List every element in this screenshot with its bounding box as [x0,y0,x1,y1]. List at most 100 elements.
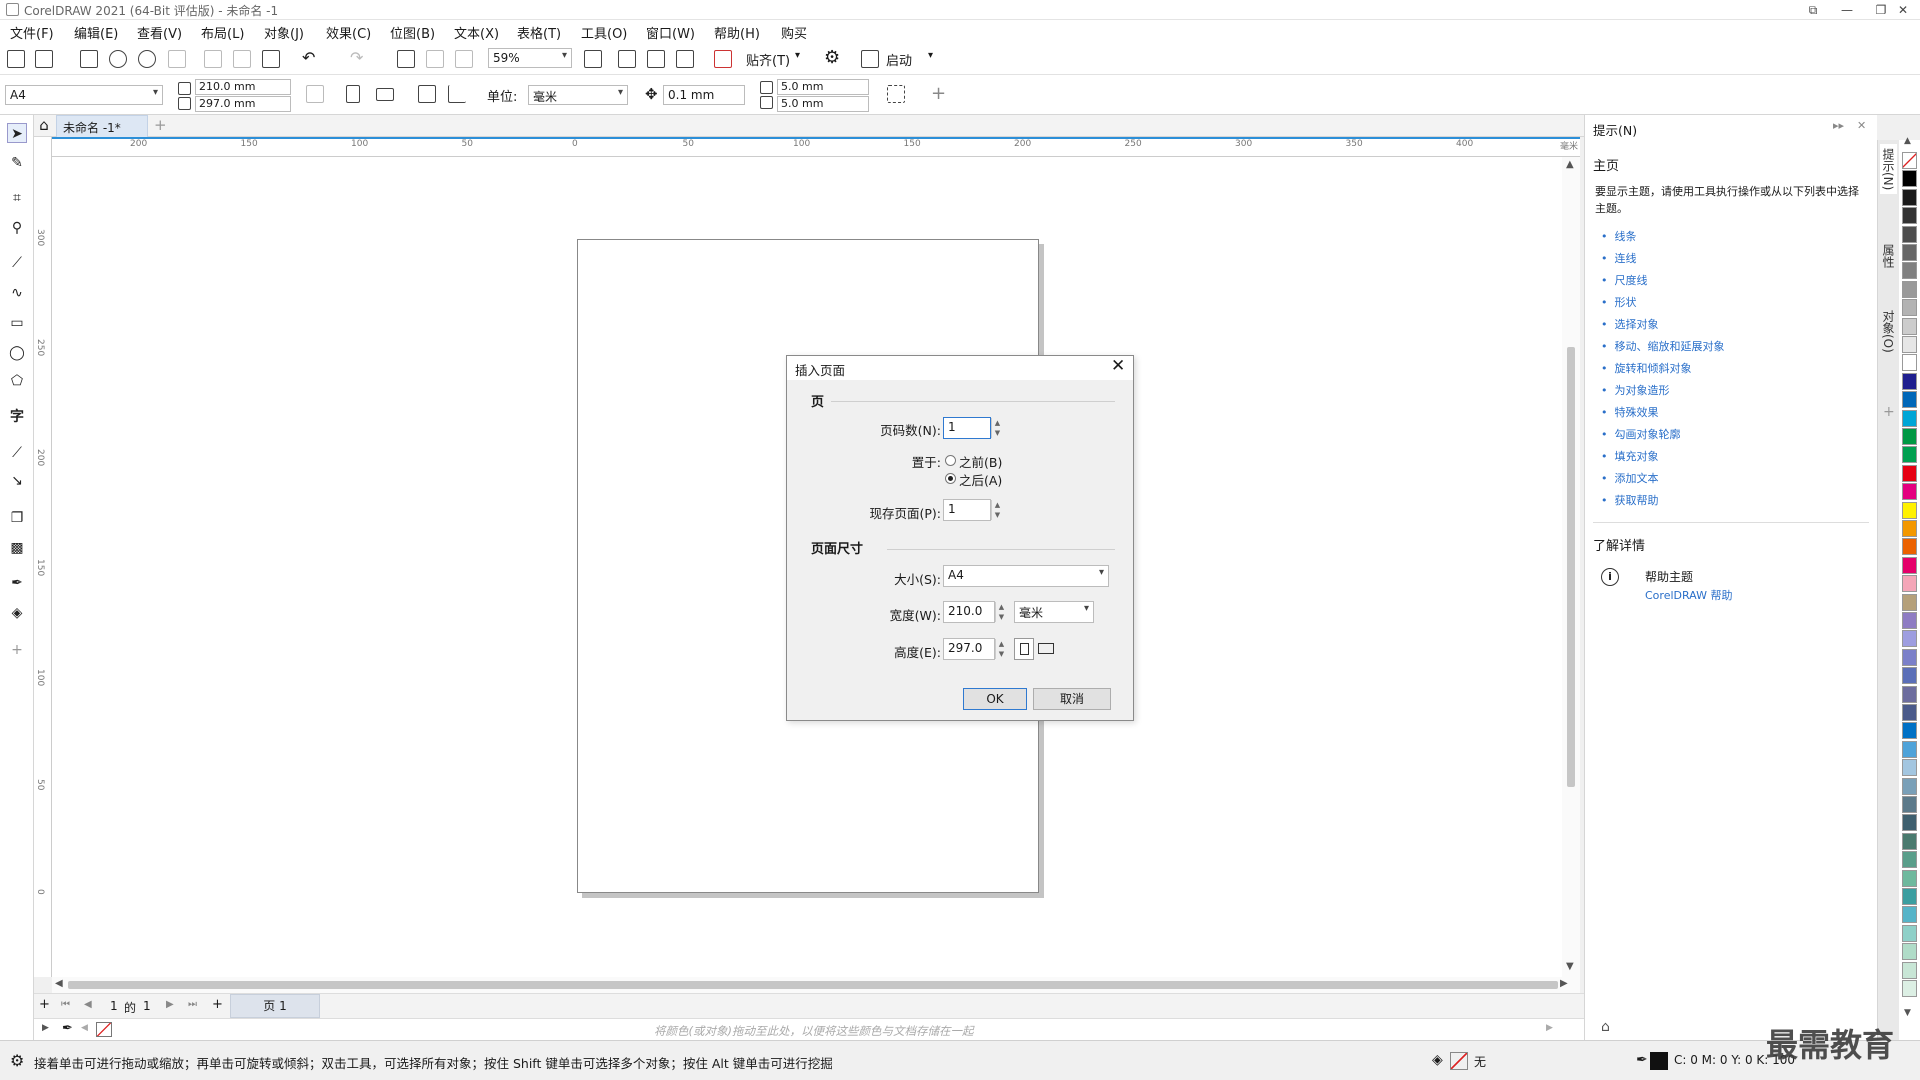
after-label[interactable]: 之后(A) [959,470,1002,489]
hint-link[interactable]: 勾画对象轮廓 [1601,426,1681,442]
menu-text[interactable]: 文本(X) [454,23,499,42]
palette-swatch[interactable] [1902,667,1917,685]
palette-expand-icon[interactable]: ▶ [42,1023,49,1033]
palette-swatch[interactable] [1902,612,1917,629]
page-size-select[interactable]: A4 [5,85,163,105]
palette-swatch[interactable] [1902,869,1917,887]
scroll-right-icon[interactable]: ▶ [1560,978,1568,989]
portrait-orientation-icon[interactable] [1014,638,1034,660]
freehand-tool-icon[interactable]: ⟋ [7,253,27,273]
after-radio[interactable] [945,473,956,484]
duplicate-x-input[interactable]: 5.0 mm [777,79,869,95]
palette-swatch[interactable] [1902,225,1917,243]
add-page-after-icon[interactable]: + [212,997,223,1012]
horizontal-ruler[interactable]: 200 150 100 50 0 50 100 150 200 250 300 350 400 [52,137,1580,157]
ellipse-tool-icon[interactable]: ◯ [7,343,27,363]
before-radio[interactable] [945,455,956,466]
pages-input[interactable]: 1 [943,417,991,439]
vertical-scroll-thumb[interactable] [1567,347,1575,787]
scroll-down-icon[interactable]: ▼ [1566,961,1574,972]
palette-swatch[interactable] [1902,685,1917,703]
palette-swatch[interactable] [1902,188,1917,206]
palette-swatch[interactable] [1902,152,1917,169]
text-tool-icon[interactable]: 字 [7,407,27,427]
export-icon[interactable] [426,50,444,68]
palette-swatch[interactable] [1902,630,1917,648]
units-select[interactable]: 毫米 [1014,601,1094,623]
menu-table[interactable]: 表格(T) [517,23,561,42]
snap-off-icon[interactable] [714,50,732,68]
tab-hints[interactable]: 提示(N) [1880,144,1897,195]
add-docker-icon[interactable]: + [1883,404,1895,420]
palette-swatch[interactable] [1902,280,1917,298]
hint-link[interactable]: 线条 [1601,228,1637,244]
save-icon[interactable] [80,50,98,68]
next-page-icon[interactable]: ▶ [166,999,174,1010]
hint-link[interactable]: 尺度线 [1601,272,1648,288]
copy-icon[interactable] [233,50,251,68]
palette-swatch[interactable] [1902,575,1917,593]
hint-link[interactable]: 形状 [1601,294,1637,310]
palette-swatch[interactable] [1902,722,1917,740]
palette-swatch[interactable] [1902,170,1917,188]
open-icon[interactable] [35,50,53,68]
rectangle-tool-icon[interactable]: ▭ [7,313,27,333]
page-tab[interactable]: 页 1 [230,994,320,1018]
close-button[interactable]: ✕ [1886,0,1920,20]
palette-swatch[interactable] [1902,740,1917,758]
palette-swatch[interactable] [1902,924,1917,942]
palette-swatch[interactable] [1902,538,1917,556]
hint-link[interactable]: 填充对象 [1601,448,1659,464]
launch-menu[interactable]: 启动 [886,50,912,69]
palette-swatch[interactable] [1902,777,1917,795]
existing-page-spinner[interactable]: ▲ ▼ [991,500,1003,520]
show-guidelines-icon[interactable] [676,50,694,68]
palette-swatch[interactable] [1902,262,1917,280]
outline-color-swatch[interactable] [1650,1052,1668,1070]
hint-link[interactable]: 获取帮助 [1601,492,1659,508]
units-select[interactable]: 毫米 [528,85,628,105]
palette-swatch[interactable] [1902,851,1917,869]
existing-page-input[interactable]: 1 [943,499,991,521]
palette-eyedropper-icon[interactable]: ✒ [62,1021,73,1036]
palette-swatch[interactable] [1902,888,1917,905]
menu-layout[interactable]: 布局(L) [201,23,244,42]
hint-link[interactable]: 为对象造形 [1601,382,1670,398]
fill-none-swatch[interactable] [1450,1052,1468,1070]
import-cloud-icon[interactable] [109,50,127,68]
launch-icon[interactable] [861,50,879,68]
new-document-icon[interactable] [7,50,25,68]
palette-swatch[interactable] [1902,593,1917,611]
palette-swatch[interactable] [1902,464,1917,482]
dialog-close-icon[interactable]: ✕ [1111,356,1125,376]
import-icon[interactable] [397,50,415,68]
palette-up-icon[interactable]: ▲ [1904,136,1911,146]
launch-chevron-down-icon[interactable]: ▾ [928,50,933,61]
scroll-left-icon[interactable]: ◀ [55,978,63,989]
hint-link[interactable]: 添加文本 [1601,470,1659,486]
previous-page-icon[interactable]: ◀ [84,999,92,1010]
palette-swatch[interactable] [1902,299,1917,317]
palette-scroll-right-icon[interactable]: ▶ [1546,1023,1553,1033]
ok-button[interactable]: OK [963,688,1027,710]
palette-swatch[interactable] [1902,354,1917,372]
vertical-scrollbar[interactable]: ▲ ▼ [1562,157,1580,977]
palette-swatch[interactable] [1902,759,1917,777]
bleed-icon[interactable] [448,85,466,103]
add-icon[interactable]: + [931,83,946,104]
hint-link[interactable]: 旋转和倾斜对象 [1601,360,1692,376]
connector-tool-icon[interactable]: ↘ [7,471,27,491]
first-page-icon[interactable]: ⏮ [61,999,70,1010]
hint-link[interactable]: 连线 [1601,250,1637,266]
palette-swatch[interactable] [1902,207,1917,225]
drop-shadow-icon[interactable]: ❐ [7,508,27,528]
scroll-up-icon[interactable]: ▲ [1566,159,1574,170]
options-gear-icon[interactable]: ⚙ [824,47,840,68]
snap-to-menu[interactable]: 贴齐(T) [746,50,790,69]
size-select[interactable]: A4 [943,565,1109,587]
menu-effects[interactable]: 效果(C) [326,23,371,42]
zoom-level[interactable]: 59% [488,48,572,68]
hint-link[interactable]: 选择对象 [1601,316,1659,332]
show-rulers-icon[interactable] [618,50,636,68]
polygon-tool-icon[interactable]: ⬠ [7,371,27,391]
